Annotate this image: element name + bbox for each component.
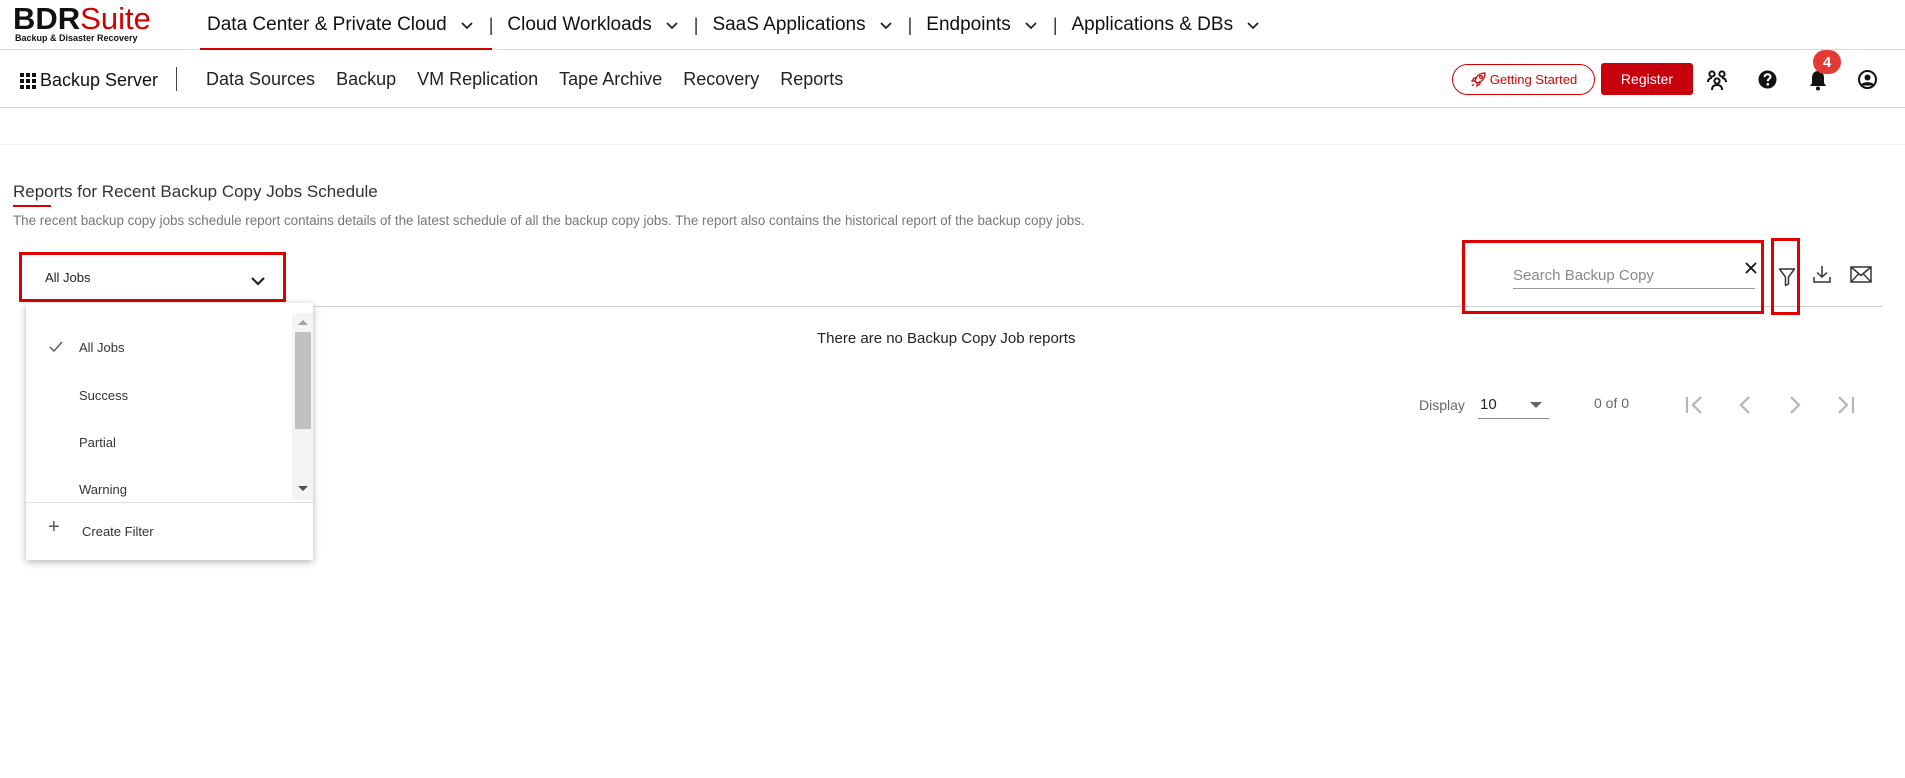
logo-main-text: BDR <box>13 1 81 36</box>
divider <box>176 67 177 91</box>
nav-separator: | <box>1052 14 1058 35</box>
getting-started-button[interactable]: Getting Started <box>1452 64 1595 95</box>
chevron-down-icon <box>1247 22 1259 30</box>
nav-data-center-private-cloud[interactable]: Data Center & Private Cloud <box>200 0 492 50</box>
notification-count-badge: 4 <box>1813 50 1841 74</box>
close-icon[interactable] <box>1743 260 1759 276</box>
job-status-selected-value: All Jobs <box>45 270 91 285</box>
page-size-select[interactable]: 10 <box>1478 393 1549 419</box>
nav-backup[interactable]: Backup <box>336 69 396 90</box>
nav-label: SaaS Applications <box>712 14 866 35</box>
nav-label: Cloud Workloads <box>507 14 652 35</box>
option-label: Partial <box>79 434 116 450</box>
module-nav: Data Sources Backup VM Replication Tape … <box>206 51 864 108</box>
logo-accent-text: Suite <box>80 1 151 36</box>
dropdown-arrow-icon <box>1530 402 1542 408</box>
nav-vm-replication[interactable]: VM Replication <box>417 69 538 90</box>
nav-endpoints[interactable]: Endpoints <box>926 0 1039 50</box>
option-all-jobs[interactable]: All Jobs <box>26 327 292 367</box>
chevron-down-icon <box>461 22 473 30</box>
nav-cloud-workloads[interactable]: Cloud Workloads <box>507 0 679 50</box>
scroll-up-arrow-icon[interactable] <box>298 320 308 325</box>
option-label: Success <box>79 387 129 403</box>
app-switcher[interactable]: Backup Server <box>19 70 158 91</box>
nav-label: Data Center & Private Cloud <box>207 14 447 35</box>
nav-recovery[interactable]: Recovery <box>683 69 759 90</box>
create-filter-label: Create Filter <box>82 523 154 539</box>
community-icon[interactable] <box>1705 68 1729 92</box>
page-title: Reports for Recent Backup Copy Jobs Sche… <box>13 182 378 201</box>
divider <box>26 502 313 503</box>
getting-started-label: Getting Started <box>1489 72 1578 87</box>
option-label: Warning <box>79 481 127 497</box>
job-status-dropdown: All Jobs Success Partial Warning + Creat… <box>26 303 313 560</box>
option-success[interactable]: Success <box>26 375 292 415</box>
bdrsuite-logo[interactable]: BDRSuite Backup & Disaster Recovery <box>13 1 151 43</box>
pagination-range: 0 of 0 <box>1594 395 1630 411</box>
previous-page-icon[interactable] <box>1732 392 1758 418</box>
chevron-down-icon <box>251 277 265 286</box>
help-icon[interactable] <box>1757 69 1778 90</box>
option-partial[interactable]: Partial <box>26 422 292 462</box>
last-page-icon[interactable] <box>1832 392 1858 418</box>
create-filter-button[interactable]: + Create Filter <box>26 513 313 549</box>
nav-label: Endpoints <box>926 14 1011 35</box>
nav-saas-applications[interactable]: SaaS Applications <box>712 0 893 50</box>
app-switcher-label: Backup Server <box>40 70 159 90</box>
email-icon[interactable] <box>1850 266 1872 283</box>
user-icon[interactable] <box>1857 69 1878 90</box>
module-header: Backup Server Data Sources Backup VM Rep… <box>0 51 1905 108</box>
search-highlight-box <box>1462 240 1764 314</box>
option-label: All Jobs <box>79 339 125 355</box>
dropdown-scrollbar-thumb[interactable] <box>295 332 311 429</box>
top-header: BDRSuite Backup & Disaster Recovery Data… <box>0 0 1905 50</box>
nav-reports[interactable]: Reports <box>780 69 843 90</box>
rocket-icon <box>1470 72 1486 88</box>
page-description: The recent backup copy jobs schedule rep… <box>13 213 1085 228</box>
next-page-icon[interactable] <box>1782 392 1808 418</box>
chevron-down-icon <box>879 22 892 30</box>
nav-applications-dbs[interactable]: Applications & DBs <box>1072 0 1262 50</box>
chevron-down-icon <box>1025 22 1037 30</box>
search-input[interactable] <box>1513 263 1755 289</box>
nav-separator: | <box>488 14 494 35</box>
plus-icon: + <box>48 516 60 538</box>
filter-highlight-box <box>1771 238 1800 315</box>
apps-grid-icon <box>20 72 36 89</box>
checkmark-icon <box>49 341 63 353</box>
chevron-down-icon <box>666 22 678 30</box>
title-accent-underline <box>13 205 51 207</box>
logo-wordmark: BDRSuite <box>13 1 151 36</box>
option-warning[interactable]: Warning <box>26 469 292 509</box>
nav-tape-archive[interactable]: Tape Archive <box>559 69 662 90</box>
divider <box>0 144 1905 145</box>
filter-icon[interactable] <box>1778 267 1796 287</box>
nav-separator: | <box>907 14 913 35</box>
page-size-value: 10 <box>1480 396 1497 413</box>
register-button[interactable]: Register <box>1601 63 1693 95</box>
page-size-label: Display <box>1419 397 1465 413</box>
job-status-select[interactable]: All Jobs <box>19 252 286 302</box>
empty-state-message: There are no Backup Copy Job reports <box>817 330 1076 347</box>
logo-tagline: Backup & Disaster Recovery <box>15 33 138 43</box>
download-icon[interactable] <box>1812 264 1832 284</box>
nav-data-sources[interactable]: Data Sources <box>206 69 315 90</box>
nav-separator: | <box>693 14 699 35</box>
product-nav: Data Center & Private Cloud | Cloud Work… <box>200 0 1262 50</box>
scroll-down-arrow-icon[interactable] <box>298 486 308 491</box>
first-page-icon[interactable] <box>1682 392 1708 418</box>
nav-label: Applications & DBs <box>1071 14 1234 35</box>
